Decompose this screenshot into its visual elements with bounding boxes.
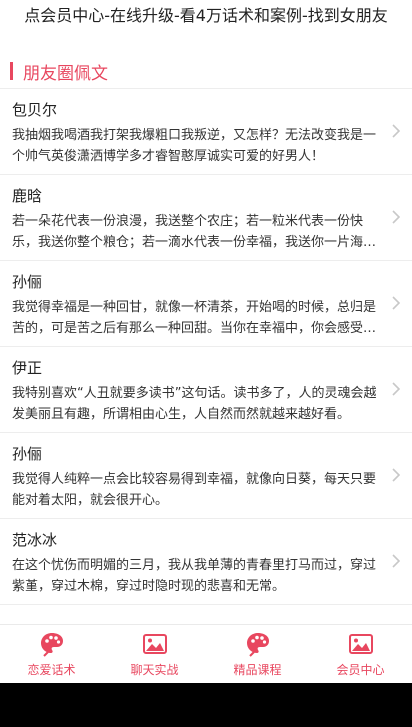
- item-text: 在这个忧伤而明媚的三月，我从我单薄的青春里打马而过，穿过紫堇，穿过木棉，穿过时隐…: [12, 558, 377, 594]
- section-title: 朋友圈佩文: [23, 63, 108, 84]
- chevron-right-icon: [392, 554, 401, 568]
- item-author: 包贝尔: [12, 101, 58, 119]
- chevron-right-icon: [392, 468, 401, 482]
- list-item[interactable]: 伊正 我特别喜欢“人丑就要多读书”这句话。读书多了，人的灵魂会越发美丽且有趣，所…: [0, 347, 412, 433]
- tab-label: 精品课程: [233, 663, 282, 677]
- section-accent-bar: [10, 62, 13, 80]
- palette-icon: [246, 633, 269, 657]
- bottom-tab-bar: 恋爱话术 聊天实战 精品课程 会员中心: [0, 624, 412, 684]
- chevron-right-icon: [392, 296, 401, 310]
- list-item[interactable]: 包贝尔 我抽烟我喝酒我打架我爆粗口我叛逆，又怎样？无法改变我是一个帅气英俊潇洒博…: [0, 89, 412, 175]
- item-author: 鹿晗: [12, 187, 43, 205]
- section-header: 朋友圈佩文: [0, 56, 412, 86]
- chevron-right-icon: [392, 210, 401, 224]
- tab-member-center[interactable]: 会员中心: [309, 625, 412, 684]
- system-nav-area: [0, 683, 412, 727]
- post-list: 包贝尔 我抽烟我喝酒我打架我爆粗口我叛逆，又怎样？无法改变我是一个帅气英俊潇洒博…: [0, 89, 412, 605]
- list-item[interactable]: 范冰冰 在这个忧伤而明媚的三月，我从我单薄的青春里打马而过，穿过紫堇，穿过木棉，…: [0, 519, 412, 605]
- list-item[interactable]: 鹿晗 若一朵花代表一份浪漫，我送整个农庄；若一粒米代表一份快乐，我送你整个粮仓；…: [0, 175, 412, 261]
- chevron-right-icon: [392, 382, 401, 396]
- item-author: 孙俪: [12, 273, 43, 291]
- tab-premium-courses[interactable]: 精品课程: [206, 625, 309, 684]
- list-item[interactable]: 孙俪 我觉得幸福是一种回甘，就像一杯清茶，开始喝的时候，总归是苦的，可是苦之后有…: [0, 261, 412, 347]
- item-text: 我抽烟我喝酒我打架我爆粗口我叛逆，又怎样？无法改变我是一个帅气英俊潇洒博学多才睿…: [12, 128, 377, 164]
- image-icon: [142, 634, 167, 654]
- tab-label: 会员中心: [336, 663, 385, 677]
- image-icon: [348, 634, 373, 654]
- palette-icon: [40, 633, 63, 657]
- tab-label: 聊天实战: [130, 663, 179, 677]
- item-text: 我觉得幸福是一种回甘，就像一杯清茶，开始喝的时候，总归是苦的，可是苦之后有那么一…: [12, 300, 377, 336]
- item-author: 孙俪: [12, 445, 43, 463]
- tab-chat-practice[interactable]: 聊天实战: [103, 625, 206, 684]
- list-item[interactable]: 孙俪 我觉得人纯粹一点会比较容易得到幸福，就像向日葵，每天只要能对着太阳，就会很…: [0, 433, 412, 519]
- item-text: 我觉得人纯粹一点会比较容易得到幸福，就像向日葵，每天只要能对着太阳，就会很开心。: [12, 472, 377, 508]
- chevron-right-icon: [392, 124, 401, 138]
- item-author: 伊正: [12, 359, 43, 377]
- tab-love-scripts[interactable]: 恋爱话术: [0, 625, 103, 684]
- item-text: 若一朵花代表一份浪漫，我送整个农庄；若一粒米代表一份快乐，我送你整个粮仓；若一滴…: [12, 214, 364, 250]
- tab-label: 恋爱话术: [27, 663, 76, 677]
- item-text: 我特别喜欢“人丑就要多读书”这句话。读书多了，人的灵魂会越发美丽且有趣，所谓相由…: [12, 386, 377, 422]
- promo-banner[interactable]: 点会员中心-在线升级-看4万话术和案例-找到女朋友: [0, 0, 412, 44]
- item-author: 范冰冰: [12, 531, 58, 549]
